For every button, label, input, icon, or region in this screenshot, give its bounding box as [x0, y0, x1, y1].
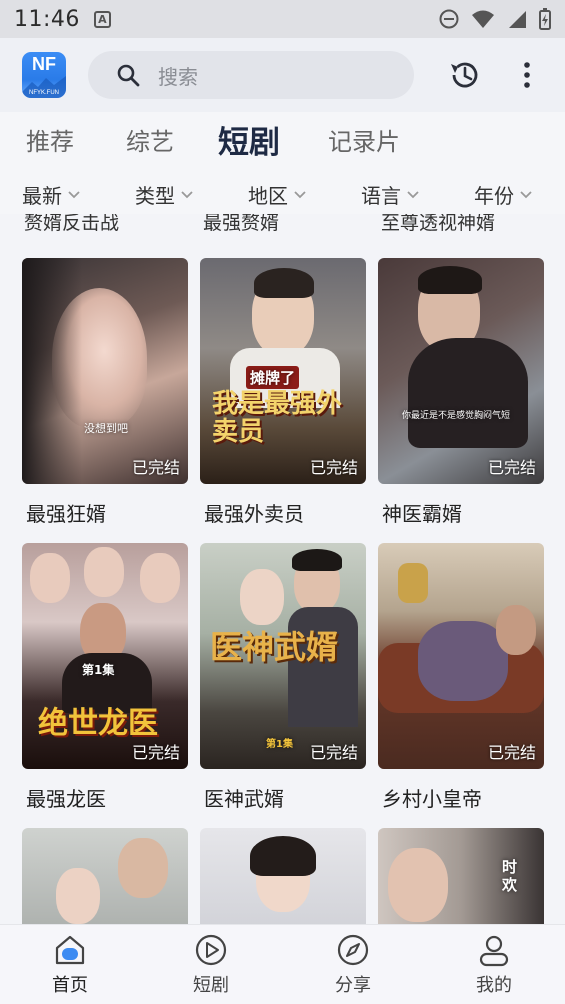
search-icon [117, 64, 140, 87]
nav-short-drama[interactable]: 短剧 [161, 933, 261, 997]
filter-latest[interactable]: 最新 [22, 180, 80, 209]
nav-label: 分享 [335, 975, 371, 996]
filter-label: 最新 [22, 184, 62, 208]
play-icon [195, 934, 227, 966]
poster-image: 你最近是不是感觉胸闷气短 已完结 [378, 258, 544, 484]
tab-short-drama[interactable]: 短剧 [218, 117, 280, 162]
filter-year[interactable]: 年份 [474, 180, 532, 209]
poster-image: 时欢 [378, 828, 544, 924]
dnd-icon [439, 9, 459, 29]
partial-title[interactable]: 最强赘婿 [203, 214, 279, 235]
poster-image: 医神武婿 第1集 已完结 [200, 543, 366, 769]
drama-card[interactable] [22, 828, 188, 924]
poster-image [200, 828, 366, 924]
nav-label: 我的 [476, 975, 512, 996]
chevron-down-icon [181, 190, 193, 198]
signal-icon [509, 11, 526, 28]
card-title: 神医霸婿 [382, 502, 462, 526]
poster-caption-top: 摊牌了 [246, 366, 300, 389]
nav-label: 首页 [52, 975, 88, 996]
chevron-down-icon [407, 190, 419, 198]
card-title: 乡村小皇帝 [382, 787, 482, 811]
nav-label: 短剧 [193, 975, 229, 996]
more-options-icon[interactable] [516, 60, 538, 90]
poster-image: 已完结 [378, 543, 544, 769]
chevron-down-icon [294, 190, 306, 198]
filter-label: 语言 [361, 184, 401, 208]
drama-card[interactable] [200, 828, 366, 924]
app-logo[interactable]: NF NFYK.FUN [22, 52, 66, 98]
filter-bar: 最新 类型 地区 语言 年份 [0, 170, 565, 214]
card-title: 医神武婿 [204, 787, 284, 811]
filter-label: 年份 [474, 184, 514, 208]
poster-caption: 绝世龙医 [38, 706, 158, 741]
battery-icon [539, 8, 551, 30]
filter-label: 地区 [248, 184, 288, 208]
card-title: 最强龙医 [26, 787, 106, 811]
poster-image: 没想到吧 已完结 [22, 258, 188, 484]
poster-image [22, 828, 188, 924]
drama-card[interactable]: 时欢 [378, 828, 544, 924]
episode-label: 第1集 [266, 739, 293, 750]
filter-label: 类型 [135, 184, 175, 208]
poster-caption: 没想到吧 [84, 422, 128, 435]
filter-language[interactable]: 语言 [361, 180, 419, 209]
card-title: 最强外卖员 [204, 502, 304, 526]
compass-icon [337, 934, 369, 966]
home-icon [55, 935, 85, 965]
partial-title[interactable]: 至尊透视神婿 [381, 214, 495, 235]
status-badge: 已完结 [131, 458, 180, 477]
drama-card[interactable]: 医神武婿 第1集 已完结 医神武婿 [200, 543, 366, 812]
poster-caption: 时欢 [502, 858, 518, 894]
top-bar: NF NFYK.FUN 搜索 [0, 38, 565, 112]
poster-caption: 我是最强外卖员 [212, 389, 343, 447]
poster-image: 摊牌了 我是最强外卖员 已完结 [200, 258, 366, 484]
status-time: 11:46 [14, 6, 80, 32]
status-badge: 已完结 [309, 743, 358, 762]
user-icon [479, 935, 509, 967]
drama-card[interactable]: 你最近是不是感觉胸闷气短 已完结 神医霸婿 [378, 258, 544, 527]
nav-profile[interactable]: 我的 [444, 933, 544, 997]
bottom-navigation: 首页 短剧 分享 我的 [0, 924, 565, 1004]
drama-card[interactable]: 已完结 乡村小皇帝 [378, 543, 544, 812]
logo-text: NF [32, 54, 56, 74]
tab-variety[interactable]: 综艺 [126, 122, 174, 157]
tab-documentary[interactable]: 记录片 [328, 122, 400, 157]
notification-icon: A [93, 10, 111, 28]
partial-title[interactable]: 赘婿反击战 [24, 214, 119, 235]
nav-share[interactable]: 分享 [303, 933, 403, 997]
nav-home[interactable]: 首页 [20, 933, 120, 997]
card-title: 最强狂婿 [26, 502, 106, 526]
partial-title-row: 赘婿反击战 最强赘婿 至尊透视神婿 [0, 214, 565, 238]
logo-subtext: NFYK.FUN [29, 90, 59, 96]
status-badge: 已完结 [487, 743, 536, 762]
wifi-icon [472, 10, 494, 28]
drama-card[interactable]: 摊牌了 我是最强外卖员 已完结 最强外卖员 [200, 258, 366, 527]
search-input[interactable]: 搜索 [88, 51, 414, 99]
filter-region[interactable]: 地区 [248, 180, 306, 209]
status-badge: 已完结 [131, 743, 180, 762]
drama-card[interactable]: 第1集 绝世龙医 已完结 最强龙医 [22, 543, 188, 812]
status-bar: 11:46 A [0, 0, 565, 38]
drama-grid: 赘婿反击战 最强赘婿 至尊透视神婿 没想到吧 已完结 最强狂婿 摊牌了 我是最强… [0, 214, 565, 924]
search-placeholder: 搜索 [158, 64, 198, 89]
poster-caption: 你最近是不是感觉胸闷气短 [402, 411, 511, 421]
history-icon[interactable] [448, 58, 482, 92]
episode-label: 第1集 [82, 663, 115, 677]
category-tabs: 推荐 综艺 短剧 记录片 [0, 112, 565, 170]
status-badge: 已完结 [309, 458, 358, 477]
chevron-down-icon [520, 190, 532, 198]
poster-image: 第1集 绝世龙医 已完结 [22, 543, 188, 769]
tab-recommend[interactable]: 推荐 [26, 122, 74, 157]
chevron-down-icon [68, 190, 80, 198]
status-badge: 已完结 [487, 458, 536, 477]
poster-caption: 医神武婿 [210, 628, 339, 666]
filter-type[interactable]: 类型 [135, 180, 193, 209]
drama-card[interactable]: 没想到吧 已完结 最强狂婿 [22, 258, 188, 527]
